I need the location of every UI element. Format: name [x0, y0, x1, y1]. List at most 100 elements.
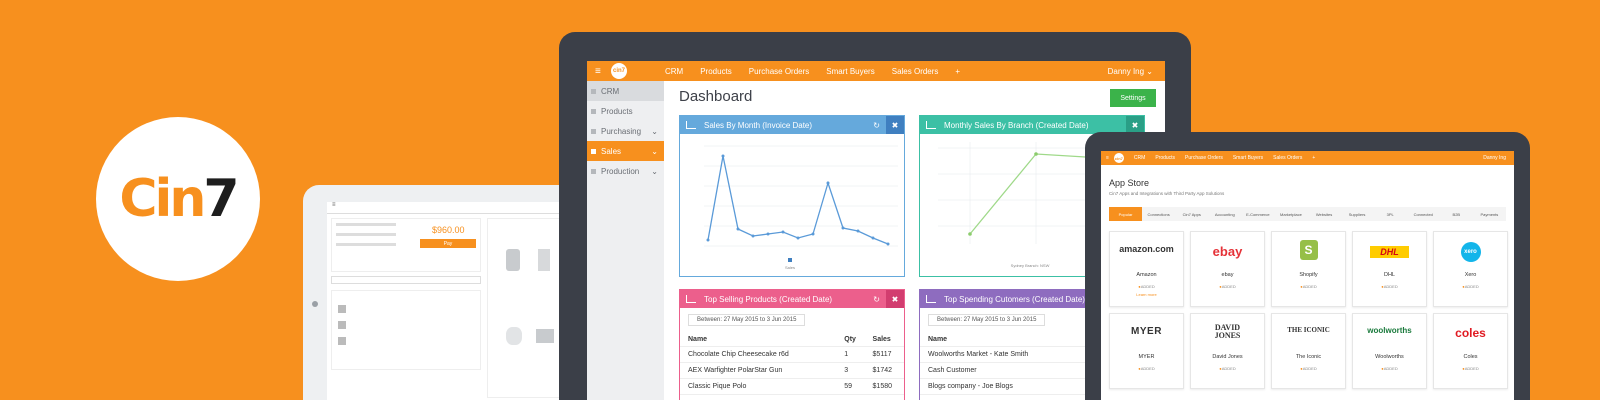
app-card-myer[interactable]: MYER MYER ADDED	[1109, 313, 1184, 389]
app-status: ADDED	[1434, 366, 1507, 371]
tab-connections[interactable]: Connections	[1142, 207, 1175, 221]
app-status: ADDED	[1191, 366, 1264, 371]
page-title: Dashboard	[679, 88, 753, 105]
nav-add[interactable]: +	[955, 67, 960, 76]
nav-smart-buyers[interactable]: Smart Buyers	[826, 67, 874, 76]
amazon-logo: amazon.com	[1119, 244, 1174, 254]
pos-summary: $960.00 Pay	[331, 218, 481, 272]
table-row[interactable]: AEX Warfighter PolarStar Gun 3 $1742	[680, 362, 904, 379]
settings-button[interactable]: Settings	[1110, 89, 1156, 107]
app-card-ebay[interactable]: ebay ebay ADDED	[1190, 231, 1265, 307]
nav-sales-orders[interactable]: Sales Orders	[892, 67, 939, 76]
app-card-xero[interactable]: xero Xero ADDED	[1433, 231, 1508, 307]
brand-logo[interactable]: cin7	[611, 63, 627, 79]
menu-icon[interactable]: ≡	[1106, 155, 1109, 161]
sidebar: CRM Products Purchasing ⌄ Sales ⌄ Producti…	[587, 81, 664, 400]
date-filter[interactable]: Between: 27 May 2015 to 3 Jun 2015	[688, 314, 806, 326]
sidebar-item-purchasing[interactable]: Purchasing ⌄	[587, 121, 664, 141]
sidebar-item-production[interactable]: Production ⌄	[587, 161, 664, 181]
app-name: Xero	[1464, 272, 1477, 278]
chart-icon	[686, 121, 696, 129]
date-filter[interactable]: Between: 27 May 2015 to 3 Jun 2015	[928, 314, 1046, 326]
refresh-icon[interactable]: ↻	[873, 121, 880, 130]
purchasing-icon	[591, 128, 596, 134]
product-thumb[interactable]	[536, 329, 554, 343]
nav-products[interactable]: Products	[1155, 155, 1175, 161]
top-navigation: ≡ cin7 CRM Products Purchase Orders Smar…	[1101, 151, 1514, 165]
sales-icon	[591, 148, 596, 154]
app-card-dhl[interactable]: DHL DHL ADDED	[1352, 231, 1427, 307]
brand-logo[interactable]: cin7	[1113, 153, 1124, 163]
close-icon[interactable]: ✖	[886, 290, 904, 308]
tab-marketplace[interactable]: Marketplace	[1274, 207, 1307, 221]
nav-smart-buyers[interactable]: Smart Buyers	[1233, 155, 1263, 161]
nav-crm[interactable]: CRM	[665, 67, 683, 76]
cin7-logo: Cin7	[96, 117, 260, 281]
app-card-amazon[interactable]: amazon.com Amazon ADDED Learn more	[1109, 231, 1184, 307]
tab-3pl[interactable]: 3PL	[1374, 207, 1407, 221]
tab-suppliers[interactable]: Suppliers	[1341, 207, 1374, 221]
top-navigation: ≡ cin7 CRM Products Purchase Orders Smar…	[587, 61, 1165, 81]
user-menu[interactable]: Danny Ing	[1483, 155, 1506, 161]
product-thumb[interactable]	[538, 249, 550, 271]
app-card-david-jones[interactable]: DAVID JONES David Jones ADDED	[1190, 313, 1265, 389]
table-row[interactable]: Classic Pique Polo 59 $1580	[680, 378, 904, 395]
table-row[interactable]: Chocolate Chip Cheesecake r6d 1 $5117	[680, 346, 904, 363]
tab-b2b[interactable]: B2B	[1440, 207, 1473, 221]
sidebar-item-crm[interactable]: CRM	[587, 81, 664, 101]
products-icon	[591, 108, 596, 114]
sidebar-item-sales[interactable]: Sales ⌄	[587, 141, 664, 161]
nav-sales-orders[interactable]: Sales Orders	[1273, 155, 1302, 161]
tab-accounting[interactable]: Accounting	[1208, 207, 1241, 221]
app-card-the-iconic[interactable]: THE ICONIC The Iconic ADDED	[1271, 313, 1346, 389]
app-card-coles[interactable]: coles Coles ADDED	[1433, 313, 1508, 389]
panel-title: Top Spending Cutomers (Created Date)	[944, 294, 1085, 304]
close-icon[interactable]: ✖	[886, 116, 904, 134]
product-thumb[interactable]	[506, 327, 522, 345]
cin7-wordmark: Cin7	[119, 169, 239, 229]
panel-header: Top Selling Products (Created Date) ↻ ✖	[680, 290, 904, 308]
tab-popular[interactable]: Popular	[1109, 207, 1143, 221]
app-card-shopify[interactable]: S Shopify ADDED	[1271, 231, 1346, 307]
app-card-woolworths[interactable]: woolworths Woolworths ADDED	[1352, 313, 1427, 389]
sidebar-item-products[interactable]: Products	[587, 101, 664, 121]
panel-sales-by-month: Sales By Month (Invoice Date) ↻ ✖ Sales	[679, 115, 905, 277]
chevron-down-icon: ⌄	[651, 126, 658, 136]
user-menu[interactable]: Danny Ing ⌄	[1108, 67, 1153, 76]
refresh-icon[interactable]: ↻	[873, 295, 880, 304]
product-thumb[interactable]	[506, 249, 520, 271]
product-search-input[interactable]	[331, 276, 481, 284]
app-name: Coles	[1463, 354, 1478, 360]
tab-connected[interactable]: Connected	[1407, 207, 1440, 221]
app-name: Amazon	[1136, 272, 1157, 278]
menu-icon[interactable]: ≡	[595, 66, 605, 77]
app-status: ADDED	[1434, 284, 1507, 289]
panel-title: Sales By Month (Invoice Date)	[704, 120, 813, 130]
table-header-row: Name Qty Sales	[680, 333, 904, 347]
coles-logo: coles	[1455, 326, 1486, 340]
learn-more-link[interactable]: Learn more	[1110, 292, 1183, 297]
category-tabs: Popular Connections Cin7 Apps Accounting…	[1109, 207, 1506, 221]
nav-purchase-orders[interactable]: Purchase Orders	[749, 67, 809, 76]
nav-crm[interactable]: CRM	[1134, 155, 1145, 161]
shopify-logo: S	[1272, 240, 1345, 260]
pay-button[interactable]: Pay	[420, 239, 476, 248]
nav-add[interactable]: +	[1312, 155, 1315, 161]
products-table: Name Qty Sales Chocolate Chip Cheesecake…	[680, 333, 904, 395]
tab-payments[interactable]: Payments	[1473, 207, 1506, 221]
chevron-down-icon: ⌄	[651, 146, 658, 156]
chart-icon	[926, 295, 936, 303]
tab-ecommerce[interactable]: E-Commerce	[1241, 207, 1274, 221]
tablet-right-screen: ≡ cin7 CRM Products Purchase Orders Smar…	[1101, 151, 1514, 400]
nav-products[interactable]: Products	[700, 67, 732, 76]
tablet-camera	[312, 301, 318, 307]
app-status: ADDED	[1110, 366, 1183, 371]
tab-websites[interactable]: Websites	[1307, 207, 1340, 221]
app-status: ADDED	[1110, 284, 1183, 289]
tab-cin7-apps[interactable]: Cin7 Apps	[1175, 207, 1208, 221]
app-status: ADDED	[1272, 366, 1345, 371]
panel-title: Top Selling Products (Created Date)	[704, 294, 833, 304]
app-name: The Iconic	[1295, 354, 1322, 360]
app-name: DHL	[1383, 272, 1395, 278]
nav-purchase-orders[interactable]: Purchase Orders	[1185, 155, 1223, 161]
